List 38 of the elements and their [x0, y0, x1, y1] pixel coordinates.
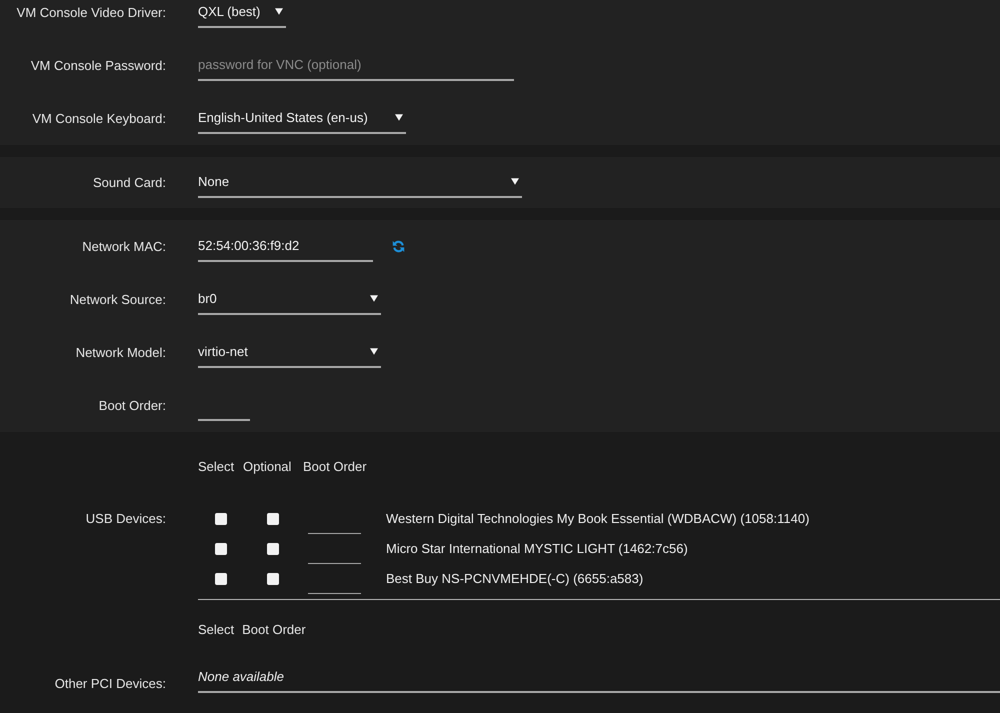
field-label: VM Console Video Driver: — [16, 4, 166, 22]
field-label: Network Source: — [68, 290, 166, 309]
dropdown[interactable]: English-United States (en-us) — [198, 104, 406, 134]
checkbox[interactable] — [267, 573, 279, 585]
device-name: Western Digital Technologies My Book Essential (WDBACW) (1058:1140) — [386, 510, 810, 528]
checkbox[interactable] — [214, 573, 226, 585]
caret-icon — [275, 8, 283, 15]
checkbox[interactable] — [267, 513, 279, 525]
field-label: Network MAC: — [81, 238, 166, 256]
field-label: Other PCI Devices: — [54, 675, 166, 693]
device-name: Micro Star International MYSTIC LIGHT (1462:7c56) — [386, 540, 689, 558]
refresh-icon[interactable] — [392, 240, 405, 253]
dropdown[interactable]: virtio-net — [198, 338, 381, 368]
checkbox[interactable] — [267, 543, 279, 555]
checkbox[interactable] — [214, 513, 226, 525]
field-label: Boot Order: — [98, 396, 166, 415]
column-header: Select — [198, 621, 234, 640]
field-label: Network Model: — [74, 344, 166, 362]
caret-icon — [370, 348, 378, 355]
field-label: USB Devices: — [86, 510, 166, 528]
device-list-field[interactable]: None available — [198, 663, 1000, 693]
field-label: Sound Card: — [92, 174, 166, 192]
caret-icon — [511, 178, 519, 185]
column-header: Select — [198, 458, 234, 476]
column-header: Boot Order — [242, 621, 306, 640]
dropdown[interactable]: br0 — [198, 284, 381, 314]
field-label: VM Console Keyboard: — [31, 110, 166, 128]
checkbox[interactable] — [214, 543, 226, 555]
device-name: Best Buy NS-PCNVMEHDE(-C) (6655:a583) — [386, 570, 644, 588]
input-field[interactable]: password for VNC (optional) — [198, 50, 514, 80]
caret-icon — [395, 114, 403, 121]
dropdown[interactable]: None — [198, 168, 522, 198]
column-header: Boot Order — [303, 458, 367, 476]
caret-icon — [370, 295, 378, 302]
column-header: Optional — [243, 458, 292, 476]
dropdown[interactable]: QXL (best) — [198, 0, 286, 28]
input-field[interactable]: 52:54:00:36:f9:d2 — [198, 232, 373, 262]
field-label: VM Console Password: — [30, 56, 166, 75]
